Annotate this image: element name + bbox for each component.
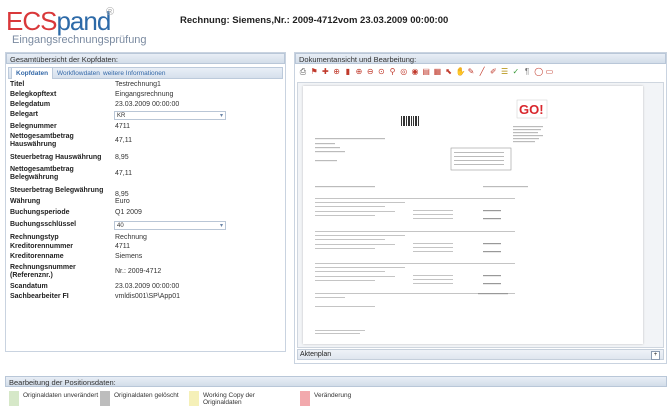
note-icon[interactable]: ¶ xyxy=(523,68,531,76)
field-select[interactable]: 40 ▾ xyxy=(114,221,226,230)
tab-weitere-informationen[interactable]: weitere Informationen xyxy=(99,68,170,79)
field-label: Scandatum xyxy=(10,283,48,290)
legend-item-working-copy: Working Copy der Originaldaten xyxy=(189,389,289,407)
select-icon[interactable]: ⬉ xyxy=(445,68,453,76)
field-value: 47,11 xyxy=(115,137,132,144)
stamp-icon[interactable]: ✓ xyxy=(512,68,520,76)
field-value: Siemens xyxy=(115,253,143,260)
legend-swatch xyxy=(100,391,110,406)
marker-icon[interactable]: ▮ xyxy=(344,68,352,76)
chevron-down-icon[interactable]: ▾ xyxy=(220,222,223,231)
legend-label: Working Copy der Originaldaten xyxy=(203,392,255,406)
field-label: Buchungsperiode xyxy=(10,209,70,216)
field-label: Belegart xyxy=(10,111,39,118)
select-value: KR xyxy=(117,113,126,119)
document-view-panel: Dokumentansicht und Bearbeitung: ⎙ ⚑ ✚ ⊕ ▮ ⊕ ⊖… xyxy=(294,52,667,364)
merge-icon[interactable]: ⊕ xyxy=(333,68,341,76)
select-value: 40 xyxy=(117,223,124,229)
tab-workflowdaten[interactable]: Workflowdaten xyxy=(53,68,104,79)
field-label: Titel xyxy=(10,81,25,88)
field-value: Euro xyxy=(115,198,130,205)
rectangle-icon[interactable]: ▭ xyxy=(545,68,554,76)
legend-item-unchanged: Originaldaten unverändert xyxy=(9,389,109,407)
field-label: Sachbearbeiter FI xyxy=(10,293,69,300)
pen-icon[interactable]: ✎ xyxy=(467,68,475,76)
zoom-out-icon[interactable]: ⊖ xyxy=(366,68,374,76)
document-section-title: Dokumentansicht und Bearbeitung: xyxy=(295,53,666,64)
legend-item-change: Veränderung xyxy=(300,389,400,407)
field-label: Steuerbetrag Belegwährung xyxy=(10,187,104,194)
field-value: 8,95 xyxy=(115,154,129,161)
zoom-icon[interactable]: ⊙ xyxy=(377,68,385,76)
field-value: Nr.: 2009-4712 xyxy=(115,268,162,275)
field-value: Q1 2009 xyxy=(115,209,142,216)
field-value: 47,11 xyxy=(115,170,132,177)
logo-wordmark: ECSpand xyxy=(6,6,111,36)
expand-icon[interactable]: + xyxy=(651,351,660,360)
aktenplan-label: Aktenplan xyxy=(300,351,332,358)
invoice-page: GO! xyxy=(303,86,643,344)
highlight-icon[interactable]: ✐ xyxy=(489,68,497,76)
fit-width-icon[interactable]: ◎ xyxy=(400,68,408,76)
field-value: 23.03.2009 00:00:00 xyxy=(115,101,180,108)
tab-bar: Kopfdaten Workflowdaten weitere Informat… xyxy=(8,67,283,79)
field-value: Rechnung xyxy=(115,234,147,241)
print-icon[interactable]: ⎙ xyxy=(299,68,307,76)
field-label: Nettogesamtbetrag Belegwährung xyxy=(10,166,74,181)
chevron-down-icon[interactable]: ▾ xyxy=(220,112,223,121)
tab-kopfdaten[interactable]: Kopfdaten xyxy=(11,68,54,79)
legend-label: Originaldaten unverändert xyxy=(23,392,99,399)
legend-swatch xyxy=(300,391,310,406)
header-data-section-title: Gesamtübersicht der Kopfdaten: xyxy=(6,53,285,64)
line-icon[interactable]: ╱ xyxy=(478,68,486,76)
field-label: Buchungsschlüssel xyxy=(10,221,77,228)
field-value: Testrechnung1 xyxy=(115,81,161,88)
field-label: Kreditorennummer xyxy=(10,243,74,250)
legend-swatch xyxy=(9,391,19,406)
document-toolbar: ⎙ ⚑ ✚ ⊕ ▮ ⊕ ⊖ ⊙ ⚲ ◎ ◉ ▤ ▦ ⬉ ✋ ✎ ╱ ✐ ☰ ✓ ¶ ◯ ▭ xyxy=(297,66,665,80)
field-label: Belegdatum xyxy=(10,101,51,108)
logo-registered-mark: ® xyxy=(106,6,115,18)
split-icon[interactable]: ✚ xyxy=(321,68,329,76)
header-data-panel: Gesamtübersicht der Kopfdaten: Kopfdaten… xyxy=(5,52,286,352)
field-value: vmldis001\SP\App01 xyxy=(115,293,180,300)
field-value: 4711 xyxy=(115,243,131,250)
page-icon[interactable]: ▤ xyxy=(422,68,430,76)
invoice-page-content: GO! xyxy=(315,99,548,334)
field-select[interactable]: KR ▾ xyxy=(114,111,226,120)
logo-subtitle: Eingangsrechnungsprüfung xyxy=(12,34,147,46)
document-viewer[interactable]: GO! xyxy=(297,82,664,348)
text-icon[interactable]: ☰ xyxy=(501,68,509,76)
legend-label: Veränderung xyxy=(314,392,352,399)
position-data-section-title: Bearbeitung der Positionsdaten: xyxy=(5,376,667,387)
zoom-in-icon[interactable]: ⊕ xyxy=(355,68,363,76)
field-label: Währung xyxy=(10,198,41,205)
page-list-icon[interactable]: ▦ xyxy=(433,68,442,76)
status-legend: Originaldaten unverändert Originaldaten … xyxy=(5,389,667,407)
field-value: Eingangsrechnung xyxy=(115,91,174,98)
field-label: Steuerbetrag Hauswährung xyxy=(10,154,102,161)
legend-swatch xyxy=(189,391,199,406)
field-label: Belegnummer xyxy=(10,123,57,130)
flag-icon[interactable]: ⚑ xyxy=(310,68,318,76)
search-icon[interactable]: ⚲ xyxy=(389,68,397,76)
page-title: Rechnung: Siemens,Nr.: 2009-4712vom 23.0… xyxy=(180,15,449,26)
field-label: Rechnungsnummer (Referenznr.) xyxy=(10,264,76,279)
legend-label: Originaldaten gelöscht xyxy=(114,392,179,399)
field-label: Kreditorenname xyxy=(10,253,64,260)
ecspand-logo: ECSpand ® Eingangsrechnungsprüfung xyxy=(6,6,166,50)
field-label: Nettogesamtbetrag Hauswährung xyxy=(10,133,74,148)
field-value: 4711 xyxy=(115,123,131,130)
fit-page-icon[interactable]: ◉ xyxy=(411,68,419,76)
field-value: 23.03.2009 00:00:00 xyxy=(115,283,180,290)
field-label: Rechnungstyp xyxy=(10,234,59,241)
barcode-icon xyxy=(401,116,419,126)
legend-item-deleted: Originaldaten gelöscht xyxy=(100,389,200,407)
aktenplan-bar[interactable]: Aktenplan + xyxy=(297,349,664,360)
hand-icon[interactable]: ✋ xyxy=(456,68,466,76)
ellipse-icon[interactable]: ◯ xyxy=(534,68,543,76)
field-label: Belegkopftext xyxy=(10,91,57,98)
company-logo-text: GO! xyxy=(519,102,544,117)
company-logo: GO! xyxy=(516,99,548,119)
